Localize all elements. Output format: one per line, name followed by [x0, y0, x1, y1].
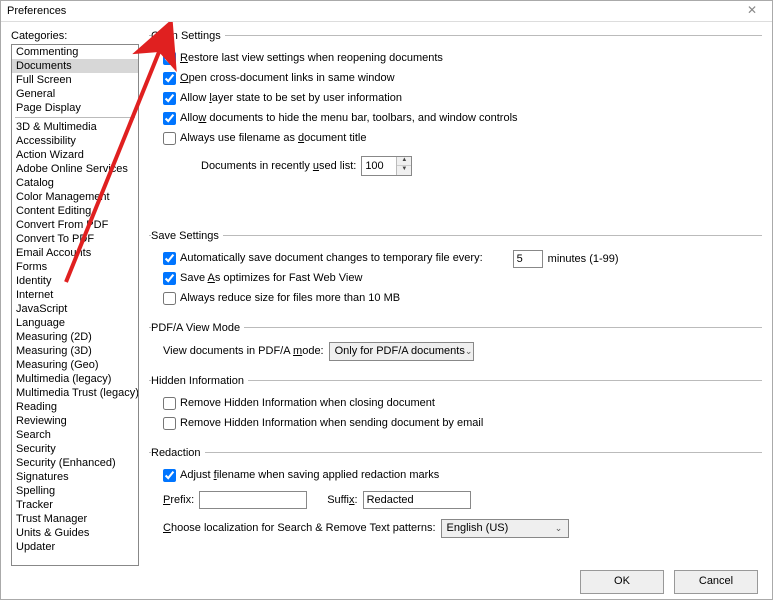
window-title: Preferences — [7, 5, 738, 17]
checkbox-fast-web[interactable]: Save As optimizes for Fast Web View — [163, 271, 362, 286]
label-pdfa: View documents in PDF/A mode: — [163, 345, 324, 357]
settings-panel: Open Settings Restore last view settings… — [149, 30, 762, 566]
sidebar-item-search[interactable]: Search — [12, 428, 138, 442]
select-pdfa-mode[interactable]: Only for PDF/A documents ⌄ — [329, 342, 474, 361]
ok-button[interactable]: OK — [580, 570, 664, 594]
autosave-minutes-input[interactable] — [513, 250, 543, 268]
close-icon[interactable]: ✕ — [738, 2, 766, 20]
dialog-body: Categories: CommentingDocumentsFull Scre… — [1, 22, 772, 566]
sidebar-item-general[interactable]: General — [12, 87, 138, 101]
sidebar-item-tracker[interactable]: Tracker — [12, 498, 138, 512]
checkbox-restore-last-view[interactable]: Restore last view settings when reopenin… — [163, 51, 443, 66]
titlebar: Preferences ✕ — [1, 1, 772, 22]
sidebar-item-internet[interactable]: Internet — [12, 288, 138, 302]
legend-pdfa: PDF/A View Mode — [151, 322, 244, 334]
group-pdfa: PDF/A View Mode View documents in PDF/A … — [149, 322, 762, 363]
checkbox-autosave[interactable]: Automatically save document changes to t… — [163, 251, 483, 266]
sidebar-item-multimedia-legacy-[interactable]: Multimedia (legacy) — [12, 372, 138, 386]
sidebar-item-catalog[interactable]: Catalog — [12, 176, 138, 190]
sidebar-item-page-display[interactable]: Page Display — [12, 101, 138, 115]
sidebar-item-adobe-online-services[interactable]: Adobe Online Services — [12, 162, 138, 176]
select-localization[interactable]: English (US) ⌄ — [441, 519, 569, 538]
group-redaction: Redaction Adjust filename when saving ap… — [149, 447, 762, 540]
sidebar-item-identity[interactable]: Identity — [12, 274, 138, 288]
checkbox-open-cross-document[interactable]: Open cross-document links in same window — [163, 71, 395, 86]
category-list[interactable]: CommentingDocumentsFull ScreenGeneralPag… — [11, 44, 139, 566]
stepper-down-icon[interactable]: ▼ — [397, 166, 411, 175]
sidebar-item-reading[interactable]: Reading — [12, 400, 138, 414]
sidebar-item-action-wizard[interactable]: Action Wizard — [12, 148, 138, 162]
checkbox-allow-hide-menu[interactable]: Allow documents to hide the menu bar, to… — [163, 111, 518, 126]
recent-docs-stepper[interactable]: ▲ ▼ — [361, 156, 412, 176]
chevron-down-icon: ⌄ — [552, 523, 566, 534]
legend-hidden-info: Hidden Information — [151, 375, 248, 387]
stepper-up-icon[interactable]: ▲ — [397, 157, 411, 167]
legend-save-settings: Save Settings — [151, 230, 223, 242]
sidebar-item-security-enhanced-[interactable]: Security (Enhanced) — [12, 456, 138, 470]
preferences-window: Preferences ✕ Categories: CommentingDocu… — [0, 0, 773, 600]
checkbox-reduce-size[interactable]: Always reduce size for files more than 1… — [163, 291, 400, 306]
sidebar-item-convert-to-pdf[interactable]: Convert To PDF — [12, 232, 138, 246]
sidebar-item-updater[interactable]: Updater — [12, 540, 138, 554]
sidebar-item-reviewing[interactable]: Reviewing — [12, 414, 138, 428]
sidebar-item-spelling[interactable]: Spelling — [12, 484, 138, 498]
label-suffix: Suffix: — [327, 494, 357, 506]
sidebar-item-accessibility[interactable]: Accessibility — [12, 134, 138, 148]
suffix-input[interactable] — [363, 491, 471, 509]
sidebar: Categories: CommentingDocumentsFull Scre… — [11, 30, 139, 566]
checkbox-adjust-filename[interactable]: Adjust filename when saving applied reda… — [163, 468, 439, 483]
sidebar-item-commenting[interactable]: Commenting — [12, 45, 138, 59]
label-recent-docs: Documents in recently used list: — [201, 160, 356, 172]
sidebar-item-3d-multimedia[interactable]: 3D & Multimedia — [12, 120, 138, 134]
sidebar-item-full-screen[interactable]: Full Screen — [12, 73, 138, 87]
chevron-down-icon: ⌄ — [465, 346, 473, 357]
checkbox-hidden-closing[interactable]: Remove Hidden Information when closing d… — [163, 396, 435, 411]
checkbox-hidden-email[interactable]: Remove Hidden Information when sending d… — [163, 416, 483, 431]
sidebar-item-trust-manager[interactable]: Trust Manager — [12, 512, 138, 526]
legend-open-settings: Open Settings — [151, 30, 225, 42]
group-save-settings: Save Settings Automatically save documen… — [149, 230, 762, 310]
cancel-button[interactable]: Cancel — [674, 570, 758, 594]
sidebar-item-content-editing[interactable]: Content Editing — [12, 204, 138, 218]
group-open-settings: Open Settings Restore last view settings… — [149, 30, 762, 218]
sidebar-item-signatures[interactable]: Signatures — [12, 470, 138, 484]
label-localization: Choose localization for Search & Remove … — [163, 522, 436, 534]
sidebar-item-javascript[interactable]: JavaScript — [12, 302, 138, 316]
sidebar-item-security[interactable]: Security — [12, 442, 138, 456]
sidebar-item-email-accounts[interactable]: Email Accounts — [12, 246, 138, 260]
sidebar-separator — [15, 117, 135, 118]
sidebar-header: Categories: — [11, 30, 139, 44]
sidebar-item-multimedia-trust-legacy-[interactable]: Multimedia Trust (legacy) — [12, 386, 138, 400]
sidebar-item-units-guides[interactable]: Units & Guides — [12, 526, 138, 540]
sidebar-item-documents[interactable]: Documents — [12, 59, 138, 73]
sidebar-item-measuring-3d-[interactable]: Measuring (3D) — [12, 344, 138, 358]
label-prefix: Prefix: — [163, 494, 194, 506]
sidebar-item-measuring-geo-[interactable]: Measuring (Geo) — [12, 358, 138, 372]
legend-redaction: Redaction — [151, 447, 205, 459]
dialog-footer: OK Cancel — [1, 566, 772, 599]
sidebar-item-language[interactable]: Language — [12, 316, 138, 330]
autosave-unit: minutes (1-99) — [548, 253, 619, 265]
recent-docs-input[interactable] — [362, 157, 396, 175]
group-hidden-info: Hidden Information Remove Hidden Informa… — [149, 375, 762, 435]
sidebar-item-forms[interactable]: Forms — [12, 260, 138, 274]
sidebar-item-convert-from-pdf[interactable]: Convert From PDF — [12, 218, 138, 232]
sidebar-item-color-management[interactable]: Color Management — [12, 190, 138, 204]
checkbox-allow-layer[interactable]: Allow layer state to be set by user info… — [163, 91, 402, 106]
checkbox-always-use-filename[interactable]: Always use filename as document title — [163, 131, 367, 146]
prefix-input[interactable] — [199, 491, 307, 509]
sidebar-item-measuring-2d-[interactable]: Measuring (2D) — [12, 330, 138, 344]
